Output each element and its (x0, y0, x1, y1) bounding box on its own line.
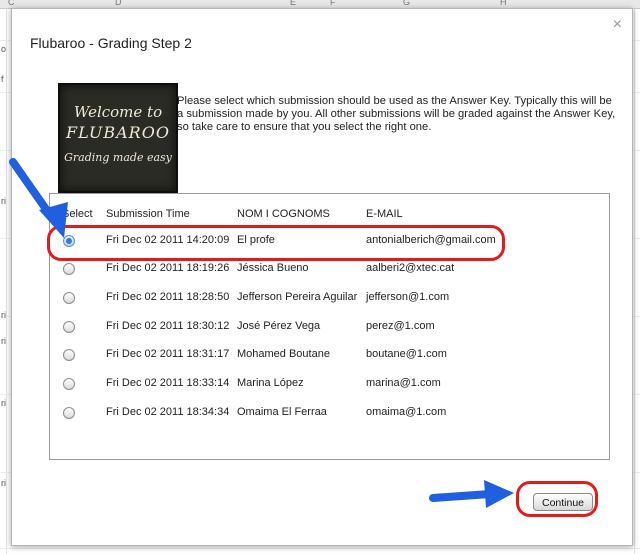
name-cell: Jefferson Pereira Aguilar (237, 291, 358, 303)
annotation-highlight-continue (516, 481, 598, 517)
submission-time-cell: Fri Dec 02 2011 18:19:26 (106, 262, 230, 274)
select-radio[interactable] (63, 349, 75, 361)
name-cell: Jéssica Bueno (237, 262, 309, 274)
header-submission-time: Submission Time (106, 208, 190, 220)
cell-fragment: ri (1, 310, 6, 320)
submission-time-cell: Fri Dec 02 2011 18:33:14 (106, 377, 230, 389)
email-cell: boutane@1.com (366, 348, 447, 360)
table-row[interactable]: Fri Dec 02 2011 18:30:12 José Pérez Vega… (50, 313, 609, 341)
select-radio[interactable] (63, 292, 75, 304)
column-letter: D (115, 0, 122, 7)
select-radio[interactable] (63, 263, 75, 275)
dialog-title: Flubaroo - Grading Step 2 (30, 35, 192, 51)
column-letter: G (403, 0, 411, 7)
submission-time-cell: Fri Dec 02 2011 18:31:17 (106, 348, 230, 360)
column-letter: H (500, 0, 507, 7)
table-row[interactable]: Fri Dec 02 2011 18:34:34 Omaima El Ferra… (50, 399, 609, 427)
name-cell: José Pérez Vega (237, 320, 321, 332)
header-name: NOM I COGNOMS (237, 208, 330, 220)
header-select: Select (62, 208, 93, 220)
table-row[interactable]: Fri Dec 02 2011 18:33:14 Marina López ma… (50, 370, 609, 398)
email-cell: marina@1.com (366, 377, 441, 389)
instructions-text: Please select which submission should be… (177, 95, 616, 133)
submission-time-cell: Fri Dec 02 2011 18:34:34 (106, 406, 230, 418)
grading-dialog: Flubaroo - Grading Step 2 × Welcome to F… (11, 8, 633, 546)
name-cell: Omaima El Ferraa (237, 406, 327, 418)
table-row[interactable]: Fri Dec 02 2011 18:31:17 Mohamed Boutane… (50, 341, 609, 369)
close-icon[interactable]: × (613, 17, 622, 33)
cell-fragment: ri (1, 478, 6, 488)
table-row[interactable]: Fri Dec 02 2011 18:28:50 Jefferson Perei… (50, 284, 609, 312)
logo-line: Grading made easy (64, 151, 172, 164)
select-radio[interactable] (63, 378, 75, 390)
logo-line: FLUBAROO (66, 123, 170, 142)
email-cell: jefferson@1.com (366, 291, 450, 303)
cell-fragment: f (1, 74, 4, 84)
email-cell: aalberi2@xtec.cat (366, 262, 455, 274)
grid-line (0, 548, 640, 549)
cell-fragment: ri (1, 336, 6, 346)
name-cell: Mohamed Boutane (237, 348, 330, 360)
submission-time-cell: Fri Dec 02 2011 18:30:12 (106, 320, 230, 332)
email-cell: perez@1.com (366, 320, 435, 332)
submission-time-cell: Fri Dec 02 2011 18:28:50 (106, 291, 230, 303)
select-radio[interactable] (63, 321, 75, 333)
select-radio[interactable] (63, 407, 75, 419)
column-letter: E (290, 0, 297, 7)
annotation-highlight-answer-key-row (47, 225, 505, 261)
email-cell: omaima@1.com (366, 406, 447, 418)
cell-fragment: ri (1, 196, 6, 206)
cell-fragment: o (1, 44, 7, 54)
logo-line: Welcome to (73, 103, 163, 121)
cell-fragment: ri (1, 398, 6, 408)
name-cell: Marina López (237, 377, 304, 389)
column-letter: F (330, 0, 336, 7)
column-letter: C (8, 0, 15, 7)
header-email: E-MAIL (366, 208, 403, 220)
flubaroo-logo: Welcome to FLUBAROO Grading made easy (58, 83, 178, 193)
